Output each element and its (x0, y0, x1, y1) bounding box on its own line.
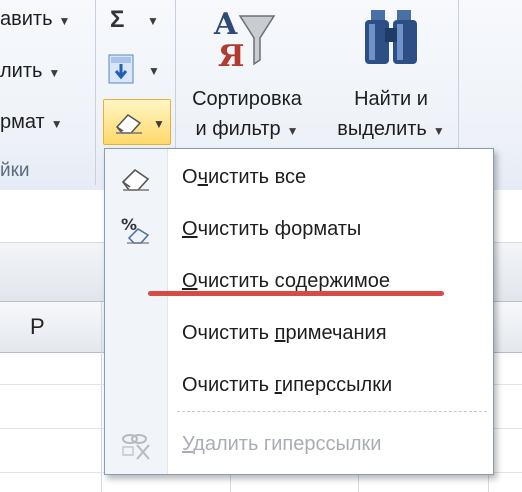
menu-item-clear-contents[interactable]: Очистить содержимое (105, 256, 493, 308)
cells-group-label: йки (0, 160, 30, 181)
format-cells-label: рмат (0, 111, 45, 133)
menu-item-label: Очистить все (182, 166, 307, 188)
menu-item-clear-formats[interactable]: % Очистить форматы (105, 204, 493, 256)
svg-text:A: A (213, 7, 238, 42)
find-select-label-line2-wrap: выделить ▼ (328, 116, 454, 144)
find-select-button[interactable]: Найти и выделить ▼ (328, 0, 454, 150)
menu-item-label: Очистить форматы (182, 218, 362, 240)
sort-filter-label-line2: и фильтр (195, 118, 281, 140)
fill-down-icon (108, 54, 134, 84)
chevron-down-icon: ▼ (50, 117, 63, 131)
binoculars-icon (365, 10, 417, 64)
sigma-icon: Σ (110, 6, 125, 33)
menu-item-remove-hyperlinks: Удалить гиперссылки (105, 419, 493, 471)
menu-separator (177, 411, 487, 412)
find-select-label-line2: выделить (337, 118, 427, 140)
chevron-down-icon: ▼ (153, 117, 165, 131)
sort-filter-icon: A Я (213, 7, 276, 70)
sort-filter-button[interactable]: A Я Сортировка и фильтр ▼ (178, 0, 316, 150)
chevron-down-icon: ▼ (147, 14, 159, 28)
svg-text:%: % (121, 215, 137, 234)
menu-item-clear-hyperlinks[interactable]: Очистить гиперссылки (105, 360, 493, 412)
menu-item-label: Очистить примечания (182, 322, 387, 344)
fill-button[interactable]: ▼ (108, 54, 168, 90)
remove-hyperlinks-icon (122, 434, 150, 460)
menu-item-label: Удалить гиперссылки (182, 433, 382, 455)
chevron-down-icon: ▼ (148, 64, 160, 78)
sort-filter-label-line2-wrap: и фильтр ▼ (178, 116, 316, 144)
delete-cells-button[interactable]: лить ▼ (0, 60, 60, 83)
group-divider (458, 0, 459, 150)
group-divider (175, 0, 176, 150)
format-cells-button[interactable]: рмат ▼ (0, 111, 63, 134)
insert-cells-button[interactable]: авить ▼ (0, 8, 70, 31)
find-select-label-line1: Найти и (354, 88, 428, 110)
sort-filter-label-line1: Сортировка (192, 88, 302, 110)
chevron-down-icon: ▼ (286, 124, 299, 138)
eraser-icon (121, 168, 150, 191)
chevron-down-icon: ▼ (58, 14, 71, 28)
column-header-p[interactable]: P (30, 314, 45, 340)
group-divider (95, 0, 96, 185)
chevron-down-icon: ▼ (48, 66, 61, 80)
clear-dropdown-menu: Очистить все % Очистить форматы Очистить… (104, 148, 494, 475)
clear-formats-icon: % (121, 215, 150, 244)
svg-text:Я: Я (218, 39, 244, 70)
clear-button[interactable]: ▼ (103, 99, 171, 145)
highlight-underline (148, 291, 444, 296)
column-gridline (101, 302, 102, 492)
chevron-down-icon: ▼ (432, 124, 445, 138)
delete-cells-label: лить (0, 60, 43, 82)
autosum-button[interactable]: Σ ▼ (110, 6, 170, 36)
menu-item-label: Очистить содержимое (182, 270, 390, 292)
menu-item-clear-comments[interactable]: Очистить примечания (105, 308, 493, 360)
insert-cells-label: авить (0, 8, 53, 30)
eraser-icon (116, 114, 142, 134)
menu-item-label: Очистить гиперссылки (182, 374, 393, 396)
menu-item-clear-all[interactable]: Очистить все (105, 152, 493, 204)
